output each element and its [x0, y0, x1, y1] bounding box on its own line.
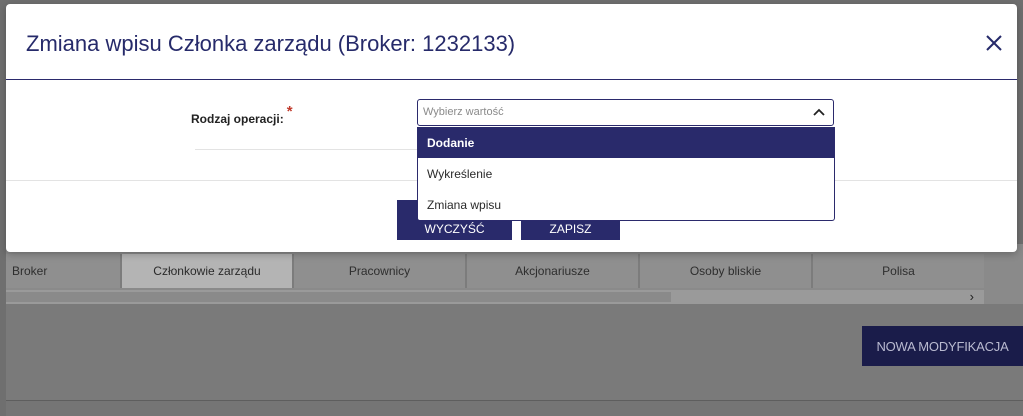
horizontal-scrollbar[interactable]: › [6, 289, 984, 304]
tab-related-persons[interactable]: Osoby bliskie [640, 254, 813, 288]
required-marker: * [286, 103, 293, 120]
modal-title: Zmiana wpisu Członka zarządu (Broker: 12… [26, 31, 516, 56]
chevron-up-icon[interactable] [813, 107, 825, 119]
scrollbar-thumb[interactable] [6, 292, 671, 302]
close-button[interactable] [979, 28, 1009, 58]
option-wykreslenie[interactable]: Wykreślenie [418, 158, 834, 189]
background-tabs: Broker Członkowie zarządu Pracownicy Akc… [6, 254, 984, 288]
modal-header: Zmiana wpisu Członka zarządu (Broker: 12… [6, 4, 1017, 80]
select-placeholder: Wybierz wartość [423, 106, 504, 118]
tab-broker[interactable]: Broker [6, 254, 122, 288]
close-icon[interactable] [979, 28, 1009, 58]
tab-board-members[interactable]: Członkowie zarządu [122, 254, 294, 288]
tab-employees[interactable]: Pracownicy [294, 254, 467, 288]
operation-type-label: Rodzaj operacji: * [191, 103, 293, 126]
background-footer [6, 401, 1023, 416]
operation-type-select[interactable]: Wybierz wartość [417, 99, 834, 126]
tab-shareholders[interactable]: Akcjonariusze [467, 254, 640, 288]
scroll-right-icon[interactable]: › [970, 289, 974, 304]
option-zmiana-wpisu[interactable]: Zmiana wpisu [418, 189, 834, 220]
operation-type-dropdown: Dodanie Wykreślenie Zmiana wpisu [417, 127, 835, 221]
tab-policy[interactable]: Polisa [813, 254, 984, 288]
new-modification-button[interactable]: NOWA MODYFIKACJA [862, 326, 1023, 366]
option-dodanie[interactable]: Dodanie [418, 127, 834, 158]
